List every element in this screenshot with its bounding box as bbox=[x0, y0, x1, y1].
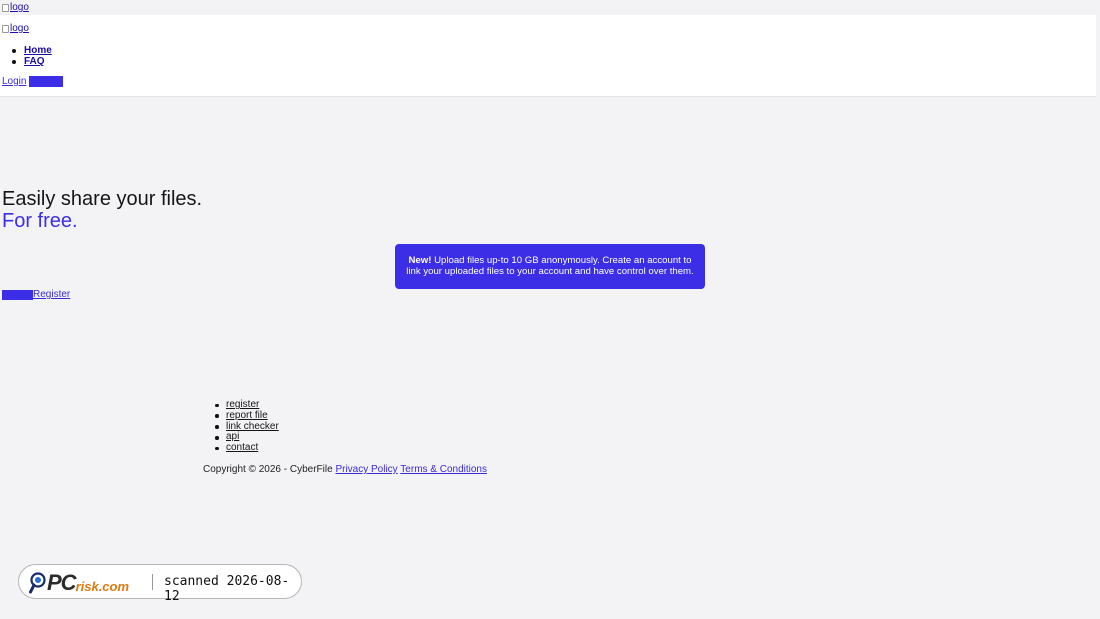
broken-image-icon bbox=[2, 24, 9, 33]
nav-link-faq[interactable]: FAQ bbox=[24, 56, 45, 67]
hero-subtitle: For free. bbox=[2, 210, 78, 232]
broken-image-icon bbox=[2, 3, 9, 12]
site-logo[interactable]: logo bbox=[2, 23, 29, 34]
footer-item: contact bbox=[226, 442, 279, 454]
footer-item: report file bbox=[226, 410, 279, 422]
register-link[interactable]: Register bbox=[33, 289, 70, 300]
copyright: Copyright © 2026 - CyberFile Privacy Pol… bbox=[203, 464, 487, 475]
terms-link[interactable]: Terms & Conditions bbox=[400, 464, 487, 475]
upload-notice: New! Upload files up-to 10 GB anonymousl… bbox=[395, 244, 705, 289]
notice-bold: New! bbox=[408, 255, 432, 266]
pcrisk-logo: PC risk.com bbox=[29, 570, 129, 596]
header: logo Home FAQ Login bbox=[0, 15, 1096, 97]
scan-date: scanned 2026-08-12 bbox=[164, 574, 290, 604]
footer-link-contact[interactable]: contact bbox=[226, 442, 258, 454]
nav-item-faq: FAQ bbox=[24, 56, 52, 67]
footer-link-report-file[interactable]: report file bbox=[226, 410, 268, 422]
privacy-policy-link[interactable]: Privacy Policy bbox=[335, 464, 397, 475]
brand-pc: PC bbox=[47, 570, 77, 595]
nav-item-home: Home bbox=[24, 45, 52, 56]
main-nav: Home FAQ bbox=[24, 45, 52, 67]
upload-button[interactable] bbox=[2, 289, 33, 300]
hero-title: Easily share your files. bbox=[2, 188, 203, 210]
signup-button[interactable] bbox=[29, 76, 64, 87]
copyright-text: Copyright © 2026 - CyberFile bbox=[203, 464, 333, 475]
notice-text: Upload files up-to 10 GB anonymously. Cr… bbox=[406, 255, 694, 277]
magnifier-icon bbox=[29, 572, 46, 594]
hero-actions: Register bbox=[2, 289, 70, 300]
top-logo[interactable]: logo bbox=[2, 2, 29, 13]
scan-badge: PC risk.com scanned 2026-08-12 bbox=[18, 564, 302, 604]
brand-risk: risk.com bbox=[75, 578, 130, 594]
nav-link-home[interactable]: Home bbox=[24, 45, 52, 56]
footer-links: register report file link checker api co… bbox=[226, 399, 279, 454]
login-link[interactable]: Login bbox=[2, 76, 26, 87]
badge-divider bbox=[152, 574, 153, 590]
auth-links: Login bbox=[2, 76, 64, 87]
